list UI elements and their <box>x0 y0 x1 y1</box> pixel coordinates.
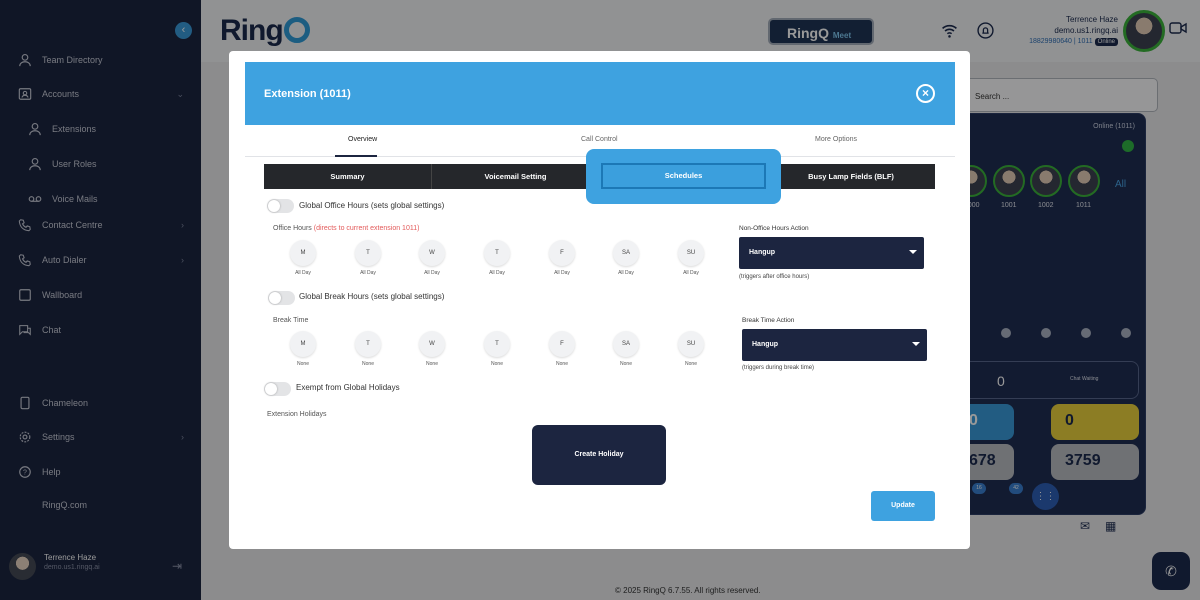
non-office-action-label: Non-Office Hours Action <box>739 225 809 232</box>
caret-down-icon <box>909 250 917 254</box>
office-day-value: All Day <box>295 270 311 276</box>
tab-overview[interactable]: Overview <box>348 136 377 143</box>
global-office-hours-label: Global Office Hours (sets global setting… <box>299 201 445 210</box>
create-holiday-button[interactable]: Create Holiday <box>532 425 666 485</box>
extension-modal: Extension (1011) × Overview Call Control… <box>245 62 955 534</box>
break-day-saturday[interactable]: SA <box>613 331 639 357</box>
office-day-value: All Day <box>360 270 376 276</box>
office-day-saturday[interactable]: SA <box>613 240 639 266</box>
break-day-thursday[interactable]: T <box>484 331 510 357</box>
office-day-monday[interactable]: M <box>290 240 316 266</box>
office-day-value: All Day <box>554 270 570 276</box>
break-day-value: None <box>426 361 438 367</box>
subtab-summary[interactable]: Summary <box>264 164 432 189</box>
office-day-value: All Day <box>489 270 505 276</box>
break-day-monday[interactable]: M <box>290 331 316 357</box>
office-hours-label: Office Hours (directs to current extensi… <box>273 225 420 232</box>
break-day-value: None <box>620 361 632 367</box>
caret-down-icon <box>912 342 920 346</box>
subtab-schedules-highlight: Schedules <box>586 149 781 204</box>
subtab-voicemail-setting[interactable]: Voicemail Setting <box>432 164 600 189</box>
tab-more-options[interactable]: More Options <box>815 136 857 143</box>
break-day-value: None <box>556 361 568 367</box>
subtab-schedules[interactable]: Schedules <box>601 163 766 189</box>
global-break-hours-label: Global Break Hours (sets global settings… <box>299 292 445 301</box>
office-day-thursday[interactable]: T <box>484 240 510 266</box>
global-office-hours-toggle[interactable] <box>267 199 294 213</box>
non-office-hint: (triggers after office hours) <box>739 274 810 280</box>
office-day-value: All Day <box>618 270 634 276</box>
subtab-blf[interactable]: Busy Lamp Fields (BLF) <box>767 164 935 189</box>
break-action-label: Break Time Action <box>742 317 795 324</box>
global-break-hours-toggle[interactable] <box>268 291 295 305</box>
update-button[interactable]: Update <box>871 491 935 521</box>
break-day-value: None <box>491 361 503 367</box>
break-day-tuesday[interactable]: T <box>355 331 381 357</box>
office-day-value: All Day <box>424 270 440 276</box>
office-day-value: All Day <box>683 270 699 276</box>
modal-title: Extension (1011) <box>264 88 351 100</box>
break-day-value: None <box>297 361 309 367</box>
break-day-friday[interactable]: F <box>549 331 575 357</box>
active-tab-indicator <box>335 155 377 157</box>
exempt-holidays-label: Exempt from Global Holidays <box>296 383 400 392</box>
exempt-holidays-toggle[interactable] <box>264 382 291 396</box>
break-hint: (triggers during break time) <box>742 365 815 371</box>
extension-holidays-label: Extension Holidays <box>267 411 327 418</box>
office-day-wednesday[interactable]: W <box>419 240 445 266</box>
break-day-wednesday[interactable]: W <box>419 331 445 357</box>
close-icon[interactable]: × <box>916 84 935 103</box>
break-time-label: Break Time <box>273 317 309 324</box>
modal-header: Extension (1011) × <box>245 62 955 125</box>
office-day-tuesday[interactable]: T <box>355 240 381 266</box>
break-day-value: None <box>685 361 697 367</box>
non-office-action-select[interactable]: Hangup <box>739 237 924 269</box>
office-day-sunday[interactable]: SU <box>678 240 704 266</box>
break-day-sunday[interactable]: SU <box>678 331 704 357</box>
tab-call-control[interactable]: Call Control <box>581 136 618 143</box>
break-day-value: None <box>362 361 374 367</box>
office-day-friday[interactable]: F <box>549 240 575 266</box>
break-action-select[interactable]: Hangup <box>742 329 927 361</box>
